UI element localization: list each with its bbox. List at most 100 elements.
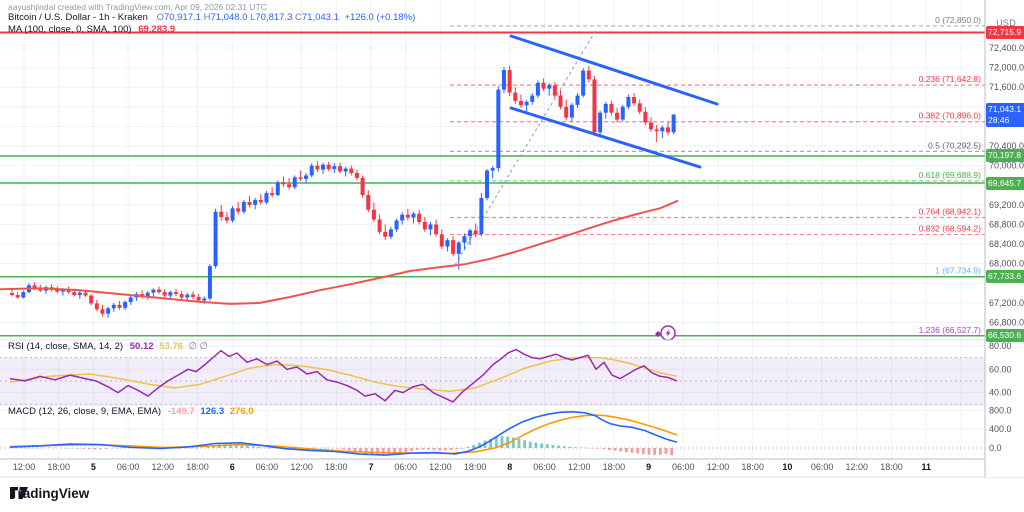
- time-axis-label: 18:00: [603, 462, 626, 472]
- candle-body: [559, 96, 563, 107]
- candle-body: [479, 198, 483, 234]
- time-axis-label: 18:00: [464, 462, 487, 472]
- candle-body: [332, 166, 336, 169]
- rsi-extra: ∅ ∅: [189, 341, 208, 352]
- candle-body: [304, 175, 308, 178]
- macd-histogram-bar: [648, 448, 651, 455]
- rsi-axis-label: 60.00: [989, 364, 1012, 374]
- candle-body: [355, 173, 359, 178]
- alert-lightning-icon[interactable]: [655, 326, 675, 340]
- candle-body: [214, 212, 218, 266]
- fib-level-label: 0.618 (69,688.9): [919, 170, 982, 180]
- tradingview-logo[interactable]: TradingView: [10, 486, 89, 501]
- macd-histogram-bar: [614, 448, 617, 451]
- chart-canvas[interactable]: 0 (72,850.0)0.236 (71,642.8)0.382 (70,89…: [0, 0, 1024, 512]
- macd-histogram-bar: [82, 448, 85, 449]
- candle-body: [462, 236, 466, 242]
- candle-body: [21, 292, 25, 297]
- bar-countdown: 28:46: [988, 115, 1024, 126]
- macd-histogram-bar: [563, 446, 566, 448]
- watermark: aayushjindal created with TradingView.co…: [8, 2, 267, 12]
- candle-body: [621, 107, 625, 120]
- macd-histogram-bar: [331, 448, 334, 449]
- candle-body: [412, 214, 416, 218]
- ma-label[interactable]: MA (100, close, 0, SMA, 100): [8, 24, 132, 35]
- macd-histogram-bar: [467, 447, 470, 448]
- candle-body: [16, 295, 20, 297]
- high-value: 71,048.0: [210, 12, 247, 23]
- time-axis-label: 7: [368, 462, 373, 472]
- candle-body: [643, 112, 647, 123]
- candle-body: [372, 210, 376, 220]
- candle-body: [157, 290, 161, 292]
- candle-body: [112, 305, 116, 308]
- candle-body: [78, 293, 82, 295]
- candle-body: [185, 295, 189, 298]
- candle-body: [434, 224, 438, 234]
- macd-signal-value: 276.0: [230, 406, 254, 417]
- symbol-legend[interactable]: Bitcoin / U.S. Dollar - 1h - Kraken O70,…: [8, 12, 415, 23]
- badge-price: 66,530.6: [988, 330, 1024, 341]
- macd-histogram-bar: [427, 448, 430, 450]
- macd-histogram-bar: [382, 448, 385, 455]
- tradingview-logo-icon: [10, 486, 29, 501]
- candle-body: [197, 297, 201, 300]
- symbol-title[interactable]: Bitcoin / U.S. Dollar - 1h - Kraken: [8, 12, 148, 23]
- price-axis-label: 67,200.0: [989, 298, 1024, 308]
- candle-body: [649, 123, 653, 130]
- candle-body: [191, 295, 195, 297]
- candle-body: [632, 97, 636, 103]
- macd-histogram-bar: [433, 448, 436, 450]
- candle-body: [626, 97, 630, 107]
- macd-histogram-bar: [551, 445, 554, 448]
- macd-histogram-bar: [26, 448, 29, 449]
- fib-level-label: 0 (72,850.0): [935, 15, 981, 25]
- macd-hist-value: -149.7: [168, 406, 195, 417]
- candle-body: [225, 217, 229, 220]
- rsi-ma-value: 53.76: [159, 341, 183, 352]
- time-axis-label: 12:00: [290, 462, 313, 472]
- candle-body: [378, 220, 382, 232]
- candle-body: [117, 305, 121, 308]
- macd-histogram-bar: [670, 448, 673, 455]
- rsi-label[interactable]: RSI (14, close, SMA, 14, 2): [8, 341, 123, 352]
- candle-body: [84, 293, 88, 296]
- macd-histogram-bar: [190, 448, 193, 449]
- macd-histogram-bar: [631, 448, 634, 453]
- macd-histogram-bar: [444, 448, 447, 450]
- candle-body: [72, 292, 76, 295]
- macd-axis-label: 400.0: [989, 424, 1012, 434]
- time-axis-label: 12:00: [152, 462, 175, 472]
- macd-histogram-bar: [257, 447, 260, 448]
- macd-histogram-bar: [455, 448, 458, 449]
- ma-100-line[interactable]: [0, 201, 678, 304]
- candle-body: [315, 166, 319, 170]
- candle-body: [530, 96, 534, 102]
- time-axis-label: 18:00: [880, 462, 903, 472]
- macd-histogram-bar: [325, 448, 328, 449]
- macd-histogram-bar: [93, 448, 96, 449]
- candle-body: [474, 230, 478, 234]
- macd-histogram-bar: [54, 448, 57, 449]
- macd-histogram-bar: [404, 448, 407, 452]
- candle-body: [361, 178, 365, 195]
- time-axis-label: 10: [782, 462, 792, 472]
- candle-body: [89, 296, 93, 304]
- macd-histogram-bar: [105, 448, 108, 449]
- macd-axis-label: 0.0: [989, 443, 1002, 453]
- candle-body: [609, 104, 613, 113]
- price-level-badge: 66,530.6: [986, 329, 1024, 342]
- candle-body: [242, 202, 246, 212]
- ma-legend[interactable]: MA (100, close, 0, SMA, 100) 69,283.9: [8, 24, 175, 35]
- fib-level-label: 1 (67,734.9): [935, 266, 981, 276]
- rsi-legend[interactable]: RSI (14, close, SMA, 14, 2) 50.12 53.76 …: [8, 341, 208, 352]
- macd-histogram-bar: [665, 448, 668, 454]
- macd-histogram-bar: [252, 446, 255, 448]
- candle-body: [287, 184, 291, 187]
- time-axis-label: 12:00: [429, 462, 452, 472]
- candle-body: [576, 96, 580, 105]
- candle-body: [281, 182, 285, 184]
- macd-legend[interactable]: MACD (12, 26, close, 9, EMA, EMA) -149.7…: [8, 406, 254, 417]
- macd-label[interactable]: MACD (12, 26, close, 9, EMA, EMA): [8, 406, 161, 417]
- candle-body: [513, 93, 517, 101]
